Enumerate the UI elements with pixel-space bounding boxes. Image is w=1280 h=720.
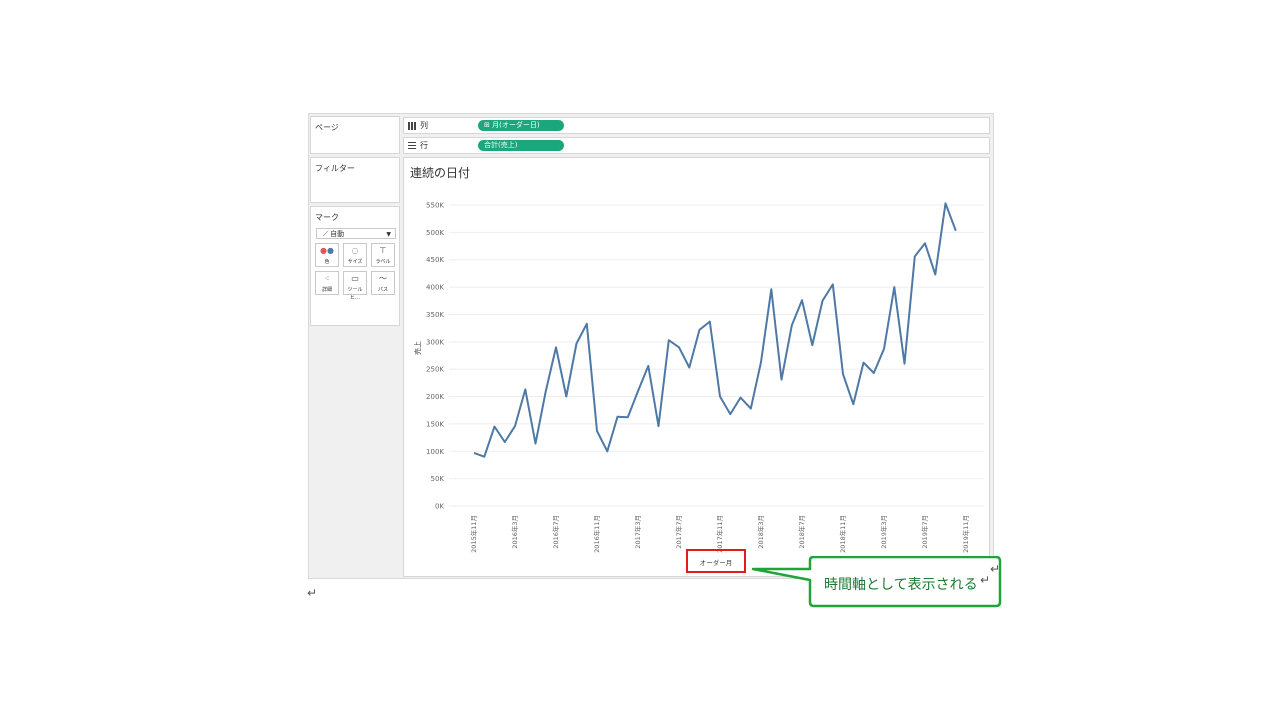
mark-type-value: 自動 bbox=[330, 230, 345, 238]
tooltip-label: ツールヒ… bbox=[347, 287, 363, 301]
rows-pill[interactable]: 合計(売上) bbox=[478, 140, 564, 151]
chart-title: 連続の日付 bbox=[410, 166, 470, 180]
line-chart: 連続の日付 0K 50K 100K 150K 200K 250K 300K 350K 400K 45… bbox=[410, 166, 984, 567]
y-tick-label: 350K bbox=[426, 311, 444, 319]
y-tick-label: 450K bbox=[426, 256, 444, 264]
pages-title: ページ bbox=[315, 123, 339, 132]
x-tick-label: 2016年7月 bbox=[551, 515, 560, 549]
y-tick-label: 100K bbox=[426, 448, 444, 456]
sales-line bbox=[473, 202, 957, 458]
size-label: サイズ bbox=[347, 259, 363, 265]
columns-icon bbox=[408, 121, 416, 130]
filters-title: フィルター bbox=[315, 164, 355, 173]
x-tick-label: 2018年11月 bbox=[838, 515, 847, 553]
y-tick-label: 250K bbox=[426, 366, 444, 374]
x-tick-label: 2017年11月 bbox=[715, 515, 724, 553]
detail-label: 詳細 bbox=[321, 287, 332, 293]
pages-card[interactable]: ページ bbox=[310, 116, 400, 154]
columns-pill[interactable]: ⊞ 月(オーダー日) bbox=[478, 120, 564, 131]
detail-button[interactable]: ⁖ 詳細 bbox=[315, 271, 339, 295]
columns-shelf[interactable]: 列 ⊞ 月(オーダー日) bbox=[403, 117, 990, 134]
tooltip-button[interactable]: ▭ ツールヒ… bbox=[343, 271, 367, 301]
return-mark-icon: ↵ bbox=[990, 562, 1001, 576]
x-tick-label: 2019年7月 bbox=[920, 515, 929, 549]
y-tick-label: 500K bbox=[426, 229, 444, 237]
marks-card: マーク ⟋ 自動 ▼ ●● 色 ◌ サイズ ⊤ ラベル ⁖ 詳細 ▭ ツールヒ…… bbox=[310, 206, 400, 326]
y-tick-label: 400K bbox=[426, 284, 444, 292]
color-label: 色 bbox=[324, 259, 330, 265]
return-mark-icon: ↵ bbox=[307, 586, 318, 600]
x-tick-label: 2018年3月 bbox=[756, 515, 765, 549]
label-label: ラベル bbox=[375, 259, 391, 265]
x-tick-label: 2019年3月 bbox=[879, 515, 888, 549]
y-tick-label: 550K bbox=[426, 202, 444, 210]
chevron-down-icon: ▼ bbox=[386, 231, 391, 238]
x-tick-label: 2018年7月 bbox=[797, 515, 806, 549]
chart-view: 連続の日付 0K 50K 100K 150K 200K 250K 300K 350K 400K 45… bbox=[403, 157, 990, 577]
filters-card[interactable]: フィルター bbox=[310, 157, 400, 203]
x-tick-label: 2017年3月 bbox=[633, 515, 642, 549]
size-button[interactable]: ◌ サイズ bbox=[343, 243, 367, 267]
y-tick-label: 150K bbox=[426, 420, 444, 428]
y-tick-label: 0K bbox=[435, 503, 444, 511]
color-dots-icon: ●● bbox=[320, 246, 334, 255]
color-button[interactable]: ●● 色 bbox=[315, 243, 339, 267]
x-tick-label: 2015年11月 bbox=[469, 515, 478, 553]
detail-icon: ⁖ bbox=[324, 274, 330, 283]
rows-shelf[interactable]: 行 合計(売上) bbox=[403, 137, 990, 154]
x-tick-label: 2019年11月 bbox=[961, 515, 970, 553]
x-tick-label: 2017年7月 bbox=[674, 515, 683, 549]
y-tick-label: 50K bbox=[431, 475, 445, 483]
tooltip-icon: ▭ bbox=[351, 274, 359, 283]
label-icon: ⊤ bbox=[379, 246, 387, 255]
x-tick-label: 2016年3月 bbox=[510, 515, 519, 549]
rows-icon bbox=[408, 141, 416, 150]
marks-title: マーク bbox=[315, 213, 339, 222]
columns-shelf-label: 列 bbox=[420, 121, 428, 130]
label-button[interactable]: ⊤ ラベル bbox=[371, 243, 395, 267]
callout-text: 時間軸として表示される bbox=[824, 577, 978, 593]
path-button[interactable]: 〜 パス bbox=[371, 271, 395, 295]
highlight-box bbox=[686, 549, 746, 573]
size-icon: ◌ bbox=[351, 246, 359, 255]
y-tick-label: 300K bbox=[426, 338, 444, 346]
rows-shelf-label: 行 bbox=[420, 141, 428, 150]
path-icon: 〜 bbox=[379, 274, 387, 283]
path-label: パス bbox=[377, 287, 388, 293]
x-tick-label: 2016年11月 bbox=[592, 515, 601, 553]
return-mark-icon: ↵ bbox=[980, 573, 991, 587]
mark-type-dropdown[interactable]: ⟋ 自動 ▼ bbox=[316, 228, 396, 239]
y-tick-label: 200K bbox=[426, 393, 444, 401]
y-axis-label: 売上 bbox=[413, 341, 422, 355]
